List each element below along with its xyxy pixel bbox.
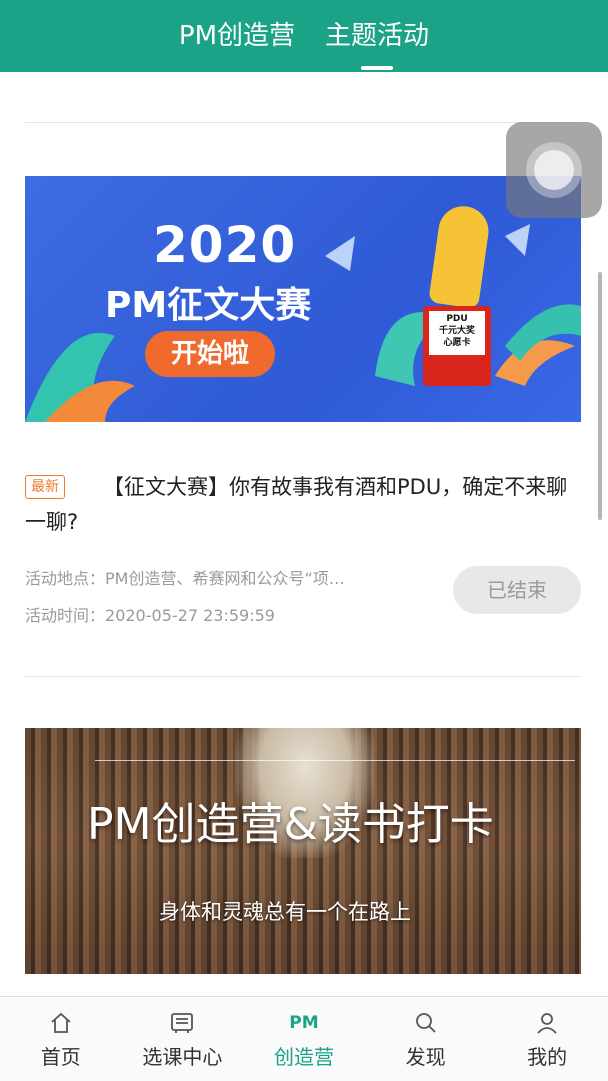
activity-location: 活动地点：PM创造营、希赛网和公众号“项… <box>25 565 425 589</box>
activity-title[interactable]: 【征文大赛】你有故事我有酒和PDU，确定不来聊一聊? <box>25 470 581 540</box>
time-value: 2020-05-27 23:59:59 <box>105 606 275 625</box>
activity-time: 活动时间：2020-05-27 23:59:59 <box>25 602 425 626</box>
course-center-icon <box>169 1009 195 1037</box>
pm-icon: PM <box>289 1009 318 1037</box>
banner-title: PM创造营&读书打卡 <box>87 799 494 850</box>
tabbar-item-course-center[interactable]: 选课中心 <box>122 997 244 1081</box>
tabbar-label: 选课中心 <box>142 1044 223 1069</box>
tab-pm-camp[interactable]: PM创造营 <box>179 0 295 72</box>
floating-assistive-button[interactable] <box>506 122 602 218</box>
banner-year: 2020 <box>153 216 297 274</box>
location-value: PM创造营、希赛网和公众号“项… <box>105 569 345 588</box>
activity-banner-essay-contest[interactable]: PDU 千元大奖 心愿卡 2020 PM征文大赛 开始啦 <box>25 176 581 422</box>
card-line: 千元大奖 <box>438 326 475 336</box>
card-line: 心愿卡 <box>443 338 471 348</box>
activity-banner-reading[interactable]: PM创造营&读书打卡 身体和灵魂总有一个在路上 <box>25 728 581 974</box>
tab-theme-activities[interactable]: 主题活动 <box>325 0 429 72</box>
new-badge: 最新 <box>25 475 65 499</box>
scrollbar[interactable] <box>598 272 602 520</box>
home-icon <box>49 1009 73 1037</box>
banner-card-text: PDU 千元大奖 心愿卡 <box>429 311 485 355</box>
tabbar-label: 创造营 <box>273 1044 334 1069</box>
activity-list[interactable]: PDU 千元大奖 心愿卡 2020 PM征文大赛 开始啦 【征文大赛】你有故事我… <box>0 72 608 996</box>
banner-title: PM征文大赛 <box>105 285 312 326</box>
divider <box>25 676 581 677</box>
banner-pill: 开始啦 <box>145 331 275 377</box>
top-nav-bar: PM创造营 主题活动 <box>0 0 608 72</box>
tabbar-item-discover[interactable]: 发现 <box>365 997 487 1081</box>
card-line: PDU <box>446 314 468 324</box>
banner-line <box>95 760 575 761</box>
divider <box>25 122 581 123</box>
banner-subtitle: 身体和灵魂总有一个在路上 <box>159 900 411 924</box>
user-icon <box>535 1009 559 1037</box>
tabbar-item-pm-camp[interactable]: PM 创造营 <box>243 997 365 1081</box>
pm-icon-text: PM <box>289 1012 319 1033</box>
tabbar-item-mine[interactable]: 我的 <box>486 997 608 1081</box>
bottom-tab-bar: 首页 选课中心 PM 创造营 发现 我的 <box>0 996 608 1081</box>
tabbar-label: 首页 <box>40 1044 81 1069</box>
tabbar-item-home[interactable]: 首页 <box>0 997 122 1081</box>
ended-status-button[interactable]: 已结束 <box>453 566 581 614</box>
location-label: 活动地点： <box>25 569 106 588</box>
time-label: 活动时间： <box>25 606 106 625</box>
tabbar-label: 我的 <box>527 1044 568 1069</box>
search-icon <box>414 1009 438 1037</box>
tabbar-label: 发现 <box>405 1044 446 1069</box>
